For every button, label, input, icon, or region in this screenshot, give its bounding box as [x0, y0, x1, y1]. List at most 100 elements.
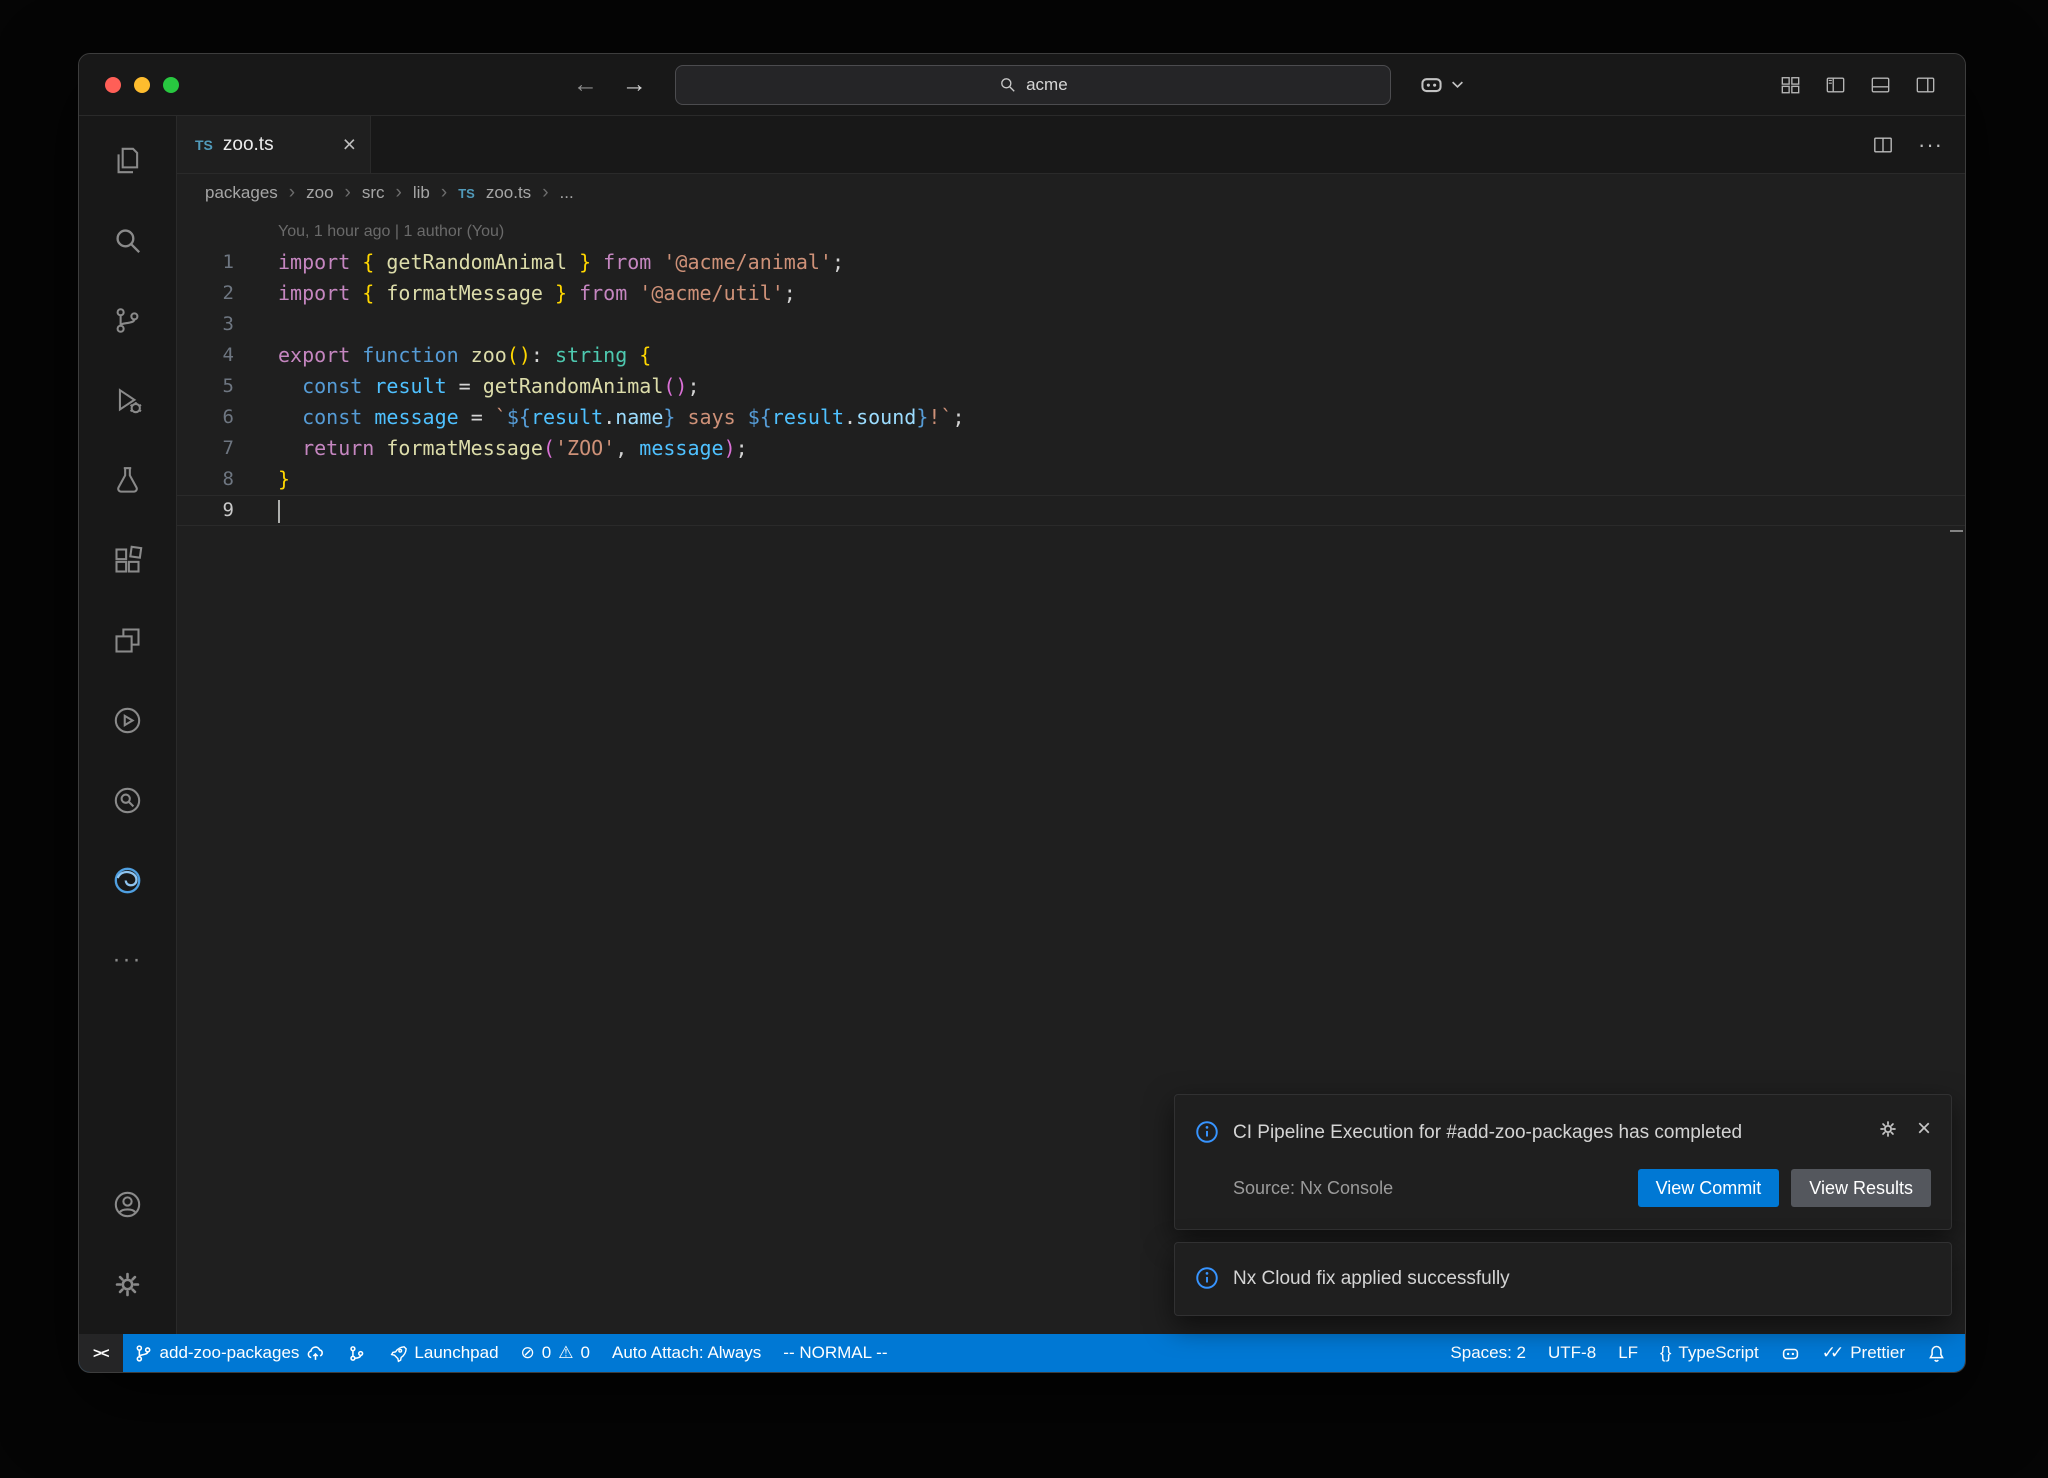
breadcrumb: packages › zoo › src › lib › TS zoo.ts ›…	[177, 174, 1965, 212]
cloud-upload-icon	[306, 1344, 325, 1363]
copilot-icon	[1781, 1344, 1800, 1363]
launchpad-label: Launchpad	[414, 1343, 498, 1363]
warning-count: 0	[581, 1343, 590, 1363]
remote-indicator[interactable]: ><	[79, 1334, 123, 1372]
code-line[interactable]: 7 return formatMessage('ZOO', message);	[177, 433, 1965, 464]
statusbar-copilot[interactable]	[1770, 1334, 1811, 1372]
info-icon	[1195, 1120, 1219, 1144]
sidebar-item-code-search[interactable]	[79, 760, 177, 840]
statusbar-launchpad[interactable]: Launchpad	[377, 1334, 509, 1372]
notification-message: Nx Cloud fix applied successfully	[1233, 1263, 1510, 1295]
additional-views-button[interactable]: ···	[79, 920, 177, 1000]
code-line[interactable]: 5 const result = getRandomAnimal();	[177, 371, 1965, 402]
copilot-menu[interactable]	[1419, 72, 1464, 97]
breadcrumb-file[interactable]: zoo.ts	[486, 183, 531, 203]
close-window-button[interactable]	[105, 77, 121, 93]
notification-close-icon[interactable]: ×	[1917, 1117, 1931, 1141]
code-text: return formatMessage('ZOO', message);	[278, 433, 748, 464]
toggle-secondary-sidebar-icon[interactable]	[1914, 75, 1937, 95]
split-editor-icon[interactable]	[1872, 135, 1894, 155]
view-results-button[interactable]: View Results	[1791, 1169, 1931, 1207]
statusbar-eol[interactable]: LF	[1607, 1334, 1649, 1372]
auto-attach-label: Auto Attach: Always	[612, 1343, 761, 1363]
code-line[interactable]: 6 const message = `${result.name} says $…	[177, 402, 1965, 433]
text-cursor	[278, 500, 280, 523]
sidebar-item-run-debug[interactable]	[79, 360, 177, 440]
traffic-lights	[105, 77, 179, 93]
toggle-primary-sidebar-icon[interactable]	[1824, 75, 1847, 95]
vim-mode-label: -- NORMAL --	[783, 1343, 887, 1363]
check-all-icon: ✓✓	[1822, 1343, 1844, 1363]
activity-bar: ···	[79, 116, 177, 1334]
errors-icon: ⊘	[521, 1343, 535, 1363]
forward-icon[interactable]: →	[622, 70, 647, 99]
statusbar-problems[interactable]: ⊘ 0 ⚠ 0	[510, 1334, 601, 1372]
close-tab-icon[interactable]: ×	[343, 133, 356, 156]
statusbar-encoding[interactable]: UTF-8	[1537, 1334, 1607, 1372]
breadcrumb-item[interactable]: lib	[413, 183, 430, 203]
breadcrumb-item[interactable]: packages	[205, 183, 278, 203]
code-text: import { getRandomAnimal } from '@acme/a…	[278, 247, 844, 278]
account-icon	[111, 1188, 144, 1221]
settings-button[interactable]	[79, 1244, 177, 1324]
code-line[interactable]: 8}	[177, 464, 1965, 495]
sidebar-item-source-control[interactable]	[79, 280, 177, 360]
statusbar-indentation[interactable]: Spaces: 2	[1439, 1334, 1537, 1372]
chevron-right-icon: ›	[542, 182, 548, 204]
view-commit-button[interactable]: View Commit	[1638, 1169, 1780, 1207]
bell-icon	[1927, 1344, 1946, 1363]
accounts-button[interactable]	[79, 1164, 177, 1244]
sidebar-item-run-circle[interactable]	[79, 680, 177, 760]
line-number: 1	[177, 247, 278, 278]
code-line[interactable]: 9	[177, 495, 1965, 526]
source-control-graph-icon	[347, 1344, 366, 1363]
sidebar-item-remote-explorer[interactable]	[79, 600, 177, 680]
breadcrumb-item[interactable]: src	[362, 183, 385, 203]
breadcrumb-item[interactable]: zoo	[306, 183, 333, 203]
statusbar-notifications[interactable]	[1916, 1334, 1957, 1372]
zoom-window-button[interactable]	[163, 77, 179, 93]
status-bar: >< add-zoo-packages Launchpad ⊘ 0 ⚠ 0 Au…	[79, 1334, 1965, 1372]
line-number: 7	[177, 433, 278, 464]
statusbar-language[interactable]: {} TypeScript	[1649, 1334, 1770, 1372]
back-icon[interactable]: ←	[573, 70, 598, 99]
minimize-window-button[interactable]	[134, 77, 150, 93]
command-center-search[interactable]: acme	[675, 65, 1391, 105]
sidebar-item-extensions[interactable]	[79, 520, 177, 600]
sidebar-item-edge-devtools[interactable]	[79, 840, 177, 920]
tab-zoo-ts[interactable]: TS zoo.ts ×	[177, 116, 371, 173]
statusbar-source-control-graph[interactable]	[336, 1334, 377, 1372]
extensions-icon	[111, 544, 144, 577]
sidebar-item-testing[interactable]	[79, 440, 177, 520]
more-actions-icon[interactable]: ···	[1918, 132, 1943, 158]
notification-center: CI Pipeline Execution for #add-zoo-packa…	[1174, 1094, 1952, 1316]
source-control-icon	[111, 304, 144, 337]
statusbar-auto-attach[interactable]: Auto Attach: Always	[601, 1334, 772, 1372]
sidebar-item-explorer[interactable]	[79, 120, 177, 200]
beaker-icon	[111, 464, 144, 497]
breadcrumb-overflow[interactable]: ...	[560, 183, 574, 203]
code-line[interactable]: 4export function zoo(): string {	[177, 340, 1965, 371]
customize-layout-icon[interactable]	[1779, 75, 1802, 95]
warnings-icon: ⚠	[558, 1343, 573, 1363]
info-icon	[1195, 1266, 1219, 1290]
spaces-label: Spaces: 2	[1450, 1343, 1526, 1363]
code-line[interactable]: 1import { getRandomAnimal } from '@acme/…	[177, 247, 1965, 278]
line-number: 2	[177, 278, 278, 309]
encoding-label: UTF-8	[1548, 1343, 1596, 1363]
vscode-window: ← → acme	[78, 53, 1966, 1373]
code-line[interactable]: 3	[177, 309, 1965, 340]
chevron-right-icon: ›	[345, 182, 351, 204]
notification-settings-icon[interactable]	[1877, 1118, 1899, 1140]
line-number: 8	[177, 464, 278, 495]
search-circle-icon	[111, 784, 144, 817]
toggle-panel-icon[interactable]	[1869, 75, 1892, 95]
code-text: const result = getRandomAnimal();	[278, 371, 700, 402]
line-number: 6	[177, 402, 278, 433]
statusbar-formatter[interactable]: ✓✓ Prettier	[1811, 1334, 1916, 1372]
notification-message: CI Pipeline Execution for #add-zoo-packa…	[1233, 1117, 1742, 1149]
sidebar-item-search[interactable]	[79, 200, 177, 280]
statusbar-branch[interactable]: add-zoo-packages	[123, 1334, 337, 1372]
code-line[interactable]: 2import { formatMessage } from '@acme/ut…	[177, 278, 1965, 309]
statusbar-vim-mode[interactable]: -- NORMAL --	[772, 1334, 898, 1372]
